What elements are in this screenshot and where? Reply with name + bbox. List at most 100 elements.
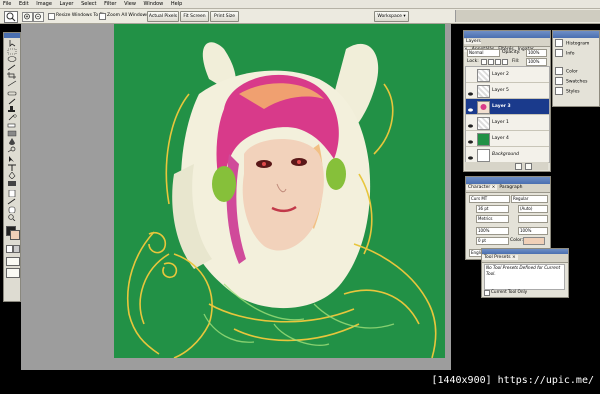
wand-icon bbox=[7, 64, 16, 71]
layer-row[interactable]: Background bbox=[466, 147, 549, 163]
canvas-artwork[interactable] bbox=[114, 24, 445, 358]
current-tool-only-checkbox[interactable] bbox=[484, 290, 490, 296]
font-style-select[interactable]: Regular bbox=[511, 195, 548, 203]
vertical-scale-field[interactable]: 100% bbox=[476, 227, 509, 235]
eyedropper-tool[interactable] bbox=[6, 198, 18, 205]
menu-select[interactable]: Select bbox=[78, 0, 99, 8]
eraser-tool[interactable] bbox=[6, 122, 18, 129]
jump-to-imageready-button[interactable] bbox=[6, 268, 20, 278]
lock-transparency-button[interactable] bbox=[481, 59, 487, 65]
font-size-field[interactable]: 36 pt bbox=[476, 205, 509, 213]
print-size-button[interactable]: Print Size bbox=[210, 11, 239, 22]
menu-edit[interactable]: Edit bbox=[16, 0, 32, 8]
fit-screen-button[interactable]: Fit Screen bbox=[180, 11, 209, 22]
magic-wand-tool[interactable] bbox=[6, 64, 18, 71]
brush-icon bbox=[8, 98, 16, 105]
clone-stamp-tool[interactable] bbox=[6, 106, 18, 113]
trash-icon[interactable] bbox=[525, 163, 532, 170]
swatches-label: Swatches bbox=[566, 79, 588, 85]
color-label: Color bbox=[566, 69, 578, 75]
type-tool[interactable] bbox=[6, 164, 18, 171]
eye-icon[interactable] bbox=[468, 152, 473, 160]
menu-filter[interactable]: Filter bbox=[101, 0, 119, 8]
menu-file[interactable]: File bbox=[0, 0, 14, 8]
actual-pixels-button[interactable]: Actual Pixels bbox=[147, 11, 179, 22]
layer-row[interactable]: Layer 4 bbox=[466, 131, 549, 147]
palette-well bbox=[455, 10, 600, 22]
zoom-tool[interactable] bbox=[6, 214, 18, 221]
tab-character[interactable]: Character × bbox=[466, 185, 498, 190]
layer-row-selected[interactable]: Layer 3 bbox=[466, 99, 549, 115]
menu-layer[interactable]: Layer bbox=[57, 0, 77, 8]
swatches-button[interactable]: Swatches bbox=[555, 77, 595, 87]
pen-tool[interactable] bbox=[6, 172, 18, 179]
font-family-select[interactable]: Curs MT bbox=[469, 195, 510, 203]
layers-panel-tabs: Layers ×AnnotálásEltérésIngatar bbox=[464, 38, 550, 52]
dodge-tool[interactable] bbox=[6, 146, 18, 153]
menu-help[interactable]: Help bbox=[168, 0, 185, 8]
tab-tool-presets[interactable]: Tool Presets × bbox=[482, 255, 518, 260]
slice-tool[interactable] bbox=[6, 80, 18, 87]
healing-brush-tool[interactable] bbox=[6, 90, 18, 97]
layer-name: Layer 2 bbox=[492, 72, 509, 77]
zoom-all-windows-checkbox[interactable] bbox=[99, 13, 106, 20]
eye-icon[interactable] bbox=[468, 104, 473, 112]
gradient-tool[interactable] bbox=[6, 130, 18, 137]
menu-bar: File Edit Image Layer Select Filter View… bbox=[0, 0, 600, 9]
move-tool[interactable] bbox=[6, 40, 18, 47]
lock-image-button[interactable] bbox=[488, 59, 494, 65]
histogram-button[interactable]: Histogram bbox=[555, 39, 595, 49]
tool-presets-tabs: Tool Presets × bbox=[482, 254, 568, 263]
layer-row[interactable]: Layer 2 bbox=[466, 67, 549, 83]
visibility-toggle[interactable] bbox=[468, 72, 473, 76]
zoom-tool-preset-button[interactable] bbox=[4, 11, 18, 23]
eye-icon[interactable] bbox=[468, 136, 473, 144]
layers-panel: Layers ×AnnotálásEltérésIngatar Normal O… bbox=[463, 30, 551, 172]
blend-mode-select[interactable]: Normal bbox=[467, 49, 500, 57]
text-color-swatch[interactable] bbox=[523, 237, 545, 245]
leading-field[interactable]: (Auto) bbox=[518, 205, 548, 213]
history-brush-tool[interactable] bbox=[6, 114, 18, 121]
horizontal-scale-field[interactable]: 100% bbox=[518, 227, 548, 235]
resize-windows-label: Resize Windows To Fit bbox=[56, 13, 105, 18]
resize-windows-checkbox[interactable] bbox=[48, 13, 55, 20]
notes-tool[interactable] bbox=[6, 190, 18, 197]
layer-row[interactable]: Layer 1 bbox=[466, 115, 549, 131]
tab-paragraph[interactable]: Paragraph bbox=[497, 185, 524, 190]
crop-icon bbox=[7, 72, 16, 79]
lasso-tool[interactable] bbox=[6, 56, 18, 63]
baseline-shift-field[interactable]: 0 pt bbox=[476, 237, 509, 245]
fill-field[interactable]: 100% bbox=[526, 58, 547, 66]
kerning-field[interactable]: Metrics bbox=[476, 215, 509, 223]
shape-tool[interactable] bbox=[6, 180, 18, 187]
zoom-in-button[interactable] bbox=[22, 12, 33, 22]
background-color-swatch[interactable] bbox=[10, 230, 20, 240]
eye-icon[interactable] bbox=[468, 120, 473, 128]
new-layer-icon[interactable] bbox=[515, 163, 522, 170]
standard-mode-button[interactable] bbox=[6, 245, 13, 253]
opacity-field[interactable]: 100% bbox=[526, 49, 547, 57]
tracking-field[interactable] bbox=[518, 215, 548, 223]
blur-tool[interactable] bbox=[6, 138, 18, 145]
marquee-tool[interactable] bbox=[6, 48, 18, 55]
layer-name: Layer 5 bbox=[492, 88, 509, 93]
screen-mode-button[interactable] bbox=[6, 257, 20, 266]
workspace-menu-button[interactable]: Workspace ▾ bbox=[374, 11, 409, 22]
crop-tool[interactable] bbox=[6, 72, 18, 79]
quick-mask-button[interactable] bbox=[13, 245, 20, 253]
color-button[interactable]: Color bbox=[555, 67, 595, 77]
styles-button[interactable]: Styles bbox=[555, 87, 595, 97]
lock-position-button[interactable] bbox=[495, 59, 501, 65]
path-selection-tool[interactable] bbox=[6, 156, 18, 163]
layer-thumbnail bbox=[477, 85, 490, 98]
lock-all-icon[interactable] bbox=[502, 59, 508, 65]
eye-icon[interactable] bbox=[468, 88, 473, 96]
layer-row[interactable]: Layer 5 bbox=[466, 83, 549, 99]
menu-image[interactable]: Image bbox=[33, 0, 55, 8]
zoom-out-button[interactable] bbox=[33, 12, 44, 22]
hand-tool[interactable] bbox=[6, 206, 18, 213]
menu-window[interactable]: Window bbox=[141, 0, 167, 8]
info-button[interactable]: Info bbox=[555, 49, 595, 59]
brush-tool[interactable] bbox=[6, 98, 18, 105]
menu-view[interactable]: View bbox=[121, 0, 139, 8]
